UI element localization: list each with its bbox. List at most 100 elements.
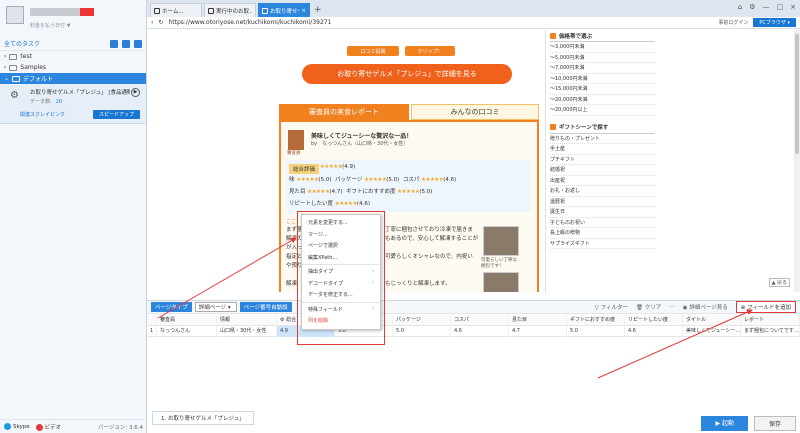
here-link[interactable]: ここ (286, 218, 296, 225)
rating-label[interactable]: ギフトにおすすめ度 (346, 189, 396, 195)
menu-item-change-element[interactable]: 元素を変更する... (302, 217, 380, 229)
menu-item-modify-data[interactable]: データを修正する... (302, 289, 380, 301)
rating-score[interactable]: (5.0) (386, 177, 399, 183)
gift-item[interactable]: 贈りもの・プレゼント (550, 134, 655, 144)
filter-button[interactable]: ▽ フィルター (595, 303, 628, 311)
export-task-icon[interactable] (134, 39, 142, 48)
menu-item-edit-xpath[interactable]: 編集XPath... (302, 252, 380, 264)
related-scraping-link[interactable]: 関連スクレイピング (20, 111, 65, 118)
grid-cell[interactable]: まず梱包についてです... (741, 325, 800, 337)
grid-header-cell[interactable]: 情報 (217, 314, 277, 326)
grid-header-cell[interactable]: 審査員 (157, 314, 217, 326)
gift-item[interactable]: 手土産 (550, 144, 655, 155)
grid-header-cell[interactable]: レポート (741, 314, 800, 326)
price-item[interactable]: 〜3,000円未満 (550, 42, 655, 53)
price-item[interactable]: 〜7,000円未満 (550, 63, 655, 74)
review-body-right[interactable]: 丁寧に梱包させており冷凍で届きま もあるので、安心して解凍することが 可愛らしく… (385, 226, 481, 289)
grid-header-cell[interactable]: パッケージ (393, 314, 451, 326)
refresh-icon[interactable]: ↻ (158, 19, 163, 26)
page-type-select[interactable]: 詳細ページ ▾ (194, 302, 237, 312)
grid-header-cell[interactable]: リピートしたい度 (625, 314, 683, 326)
task-flow-tab[interactable]: 1. お取り寄せゲルメ「プレジュ」 (152, 411, 254, 425)
menu-item-special-field[interactable]: 特殊フィールド › (302, 304, 380, 316)
rating-score[interactable]: (4.7) (329, 189, 342, 195)
more-icon[interactable]: ⋯ (669, 304, 675, 310)
rating-score[interactable]: (5.0) (318, 177, 331, 183)
gift-icon[interactable]: ⌂ (738, 3, 742, 11)
new-tab-icon[interactable]: + (314, 3, 322, 17)
import-task-icon[interactable] (122, 39, 130, 48)
price-item[interactable]: 〜5,000円未満 (550, 53, 655, 63)
save-button[interactable]: 保存 (753, 416, 796, 431)
gear-icon[interactable]: ⚙ (280, 317, 284, 323)
grid-header-cell[interactable]: タイトル (683, 314, 741, 326)
clip-button[interactable]: クリップ！ (405, 46, 455, 56)
kuchikomi-post-button[interactable]: 口コミ投稿 (347, 46, 399, 56)
rating-label[interactable]: リピートしたい度 (289, 201, 333, 207)
tab-everyone-reviews[interactable]: みんなの口コミ (411, 104, 539, 120)
user-subscription[interactable]: 料金を払う日付 ▼ (30, 22, 70, 29)
grid-cell[interactable]: 4.6 (625, 325, 683, 337)
gift-item[interactable]: プチギフト (550, 155, 655, 165)
page-type-label[interactable]: ページタイプ (151, 302, 192, 312)
menu-item-extract-type[interactable]: 抽出タイプ › (302, 266, 380, 278)
gift-item[interactable]: 還暦祝 (550, 197, 655, 207)
grid-cell[interactable]: 美味しくてジューシー... (683, 325, 741, 337)
task-card[interactable]: ⚙ お取り寄せゲルメ「プレジュ」 [食品通販 データ数: 20 ▶ 関連スクレイピ… (0, 84, 146, 124)
page-scrollbar[interactable] (794, 30, 800, 292)
grid-cell[interactable]: 山口県・30代・女性 (217, 325, 277, 337)
video-link[interactable]: ビデオ (35, 423, 61, 431)
gift-item[interactable]: お礼・お返し (550, 186, 655, 197)
start-button[interactable]: ▶ 起動 (701, 416, 748, 431)
rating-score[interactable]: (4.6) (443, 177, 456, 183)
login-button[interactable]: 事前ログイン (718, 19, 748, 26)
grid-cell[interactable]: 5.0 (567, 325, 625, 337)
webpage-view[interactable]: 口コミ投稿 クリップ！ お取り寄せゲルメ「プレジュ」で詳細を見る 審査員の実食レ… (147, 30, 800, 292)
grid-header-cell[interactable]: コスパ (451, 314, 509, 326)
menu-item-decode-type[interactable]: デコードタイプ › (302, 278, 380, 290)
close-icon[interactable]: × (301, 8, 306, 14)
review-photo[interactable] (483, 272, 519, 292)
gear-icon[interactable]: ⚙ (749, 3, 755, 11)
play-icon[interactable]: ▶ (131, 88, 140, 97)
new-task-icon[interactable] (110, 39, 118, 48)
rating-label[interactable]: 見た目 (289, 189, 306, 195)
skype-link[interactable]: Skype (4, 423, 30, 430)
tab-home[interactable]: ホーム... (150, 3, 202, 17)
add-field-button[interactable]: ⊕ フィールドを追加 (735, 301, 796, 313)
table-row[interactable]: 1 なっつんさん 山口県・30代・女性 4.9 5.0 5.0 4.6 4.7 … (147, 325, 800, 337)
review-title[interactable]: 美味しくてジューシーな贅沢な一品！ (311, 131, 412, 140)
tree-item-default[interactable]: ⌄ デフォルト (0, 73, 146, 84)
gift-item[interactable]: 出産祝 (550, 176, 655, 186)
grid-header-cell[interactable]: 見た目 (509, 314, 567, 326)
details-page-button[interactable]: ◉ 詳細ページ見る (683, 303, 728, 311)
grid-cell[interactable]: 5.0 (393, 325, 451, 337)
price-item[interactable]: 〜15,000円未満 (550, 84, 655, 95)
view-details-button[interactable]: お取り寄せゲルメ「プレジュ」で詳細を見る (302, 64, 512, 84)
rating-score[interactable]: (5.0) (419, 189, 432, 195)
speedup-button[interactable]: スピードアップ (92, 110, 140, 119)
back-icon[interactable]: ‹ (151, 19, 153, 26)
grid-cell[interactable]: 4.6 (451, 325, 509, 337)
price-item[interactable]: 〜10,000円未満 (550, 74, 655, 84)
tab-judge-report[interactable]: 審査員の実食レポート (279, 104, 409, 120)
menu-item-delete-column[interactable]: 列を削除 (302, 315, 380, 327)
grid-cell[interactable]: 4.7 (509, 325, 567, 337)
page-number-auto-button[interactable]: ページ番号自動設 (239, 302, 292, 312)
maximize-icon[interactable]: □ (777, 3, 784, 11)
task-count-value[interactable]: 20 (56, 99, 62, 105)
url-input[interactable]: https://www.otoriyose.net/kuchikomi/kuch… (168, 19, 331, 26)
user-block[interactable]: 料金を払う日付 ▼ (0, 0, 146, 37)
clear-button[interactable]: 🗑 クリア (636, 303, 661, 311)
rating-score[interactable]: (4.6) (357, 201, 370, 207)
back-to-top-button[interactable]: ▲ 戻る (768, 278, 790, 287)
menu-item-select-on-page[interactable]: ページで選択 (302, 240, 380, 252)
avatar[interactable] (6, 6, 24, 24)
gift-item[interactable]: 誕生日 (550, 207, 655, 218)
pc-browser-select[interactable]: PCブラウザ ▾ (753, 18, 796, 27)
scroll-thumb[interactable] (795, 34, 799, 154)
total-rating[interactable]: ★★★★★(4.9) (320, 164, 355, 170)
grid-header-cell[interactable]: ギフトにおすすめ度 (567, 314, 625, 326)
rating-label[interactable]: 味 (289, 177, 295, 183)
tab-current[interactable]: お取り寄せゲ... × (258, 3, 310, 17)
